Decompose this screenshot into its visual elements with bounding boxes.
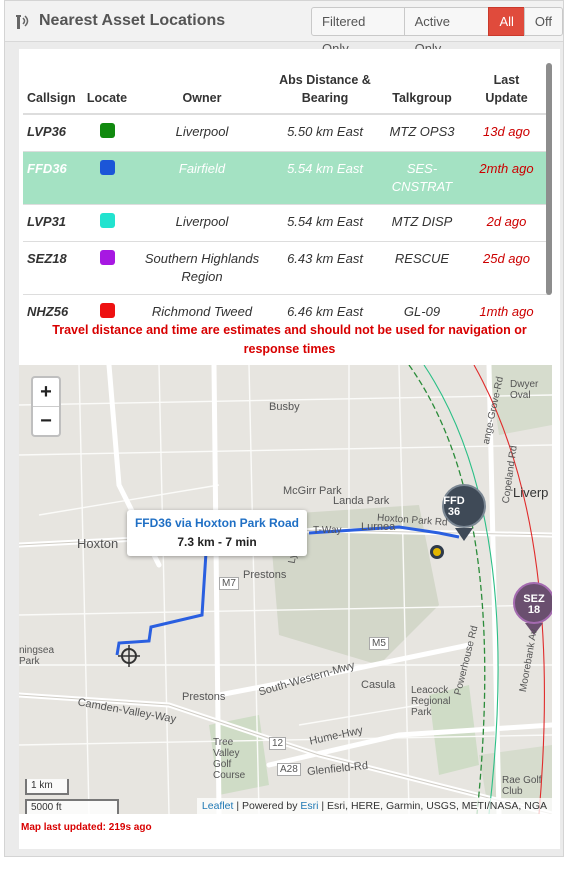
sez18-marker-label[interactable]: SEZ 18 xyxy=(517,594,551,616)
column-header-last-update[interactable]: Last Update xyxy=(465,63,548,115)
map-label-liverpool: Liverp xyxy=(513,485,549,500)
column-header-locate[interactable]: Locate xyxy=(81,63,133,115)
map-label-leacock: Leacock Regional Park xyxy=(411,685,451,718)
route-popup-title: FFD36 via Hoxton Park Road xyxy=(134,516,300,530)
active-only-button[interactable]: Active Only xyxy=(403,7,490,56)
cell-talkgroup: GL-09 xyxy=(379,294,465,319)
map-label-m7: M7 xyxy=(219,577,239,590)
map-label-a28: A28 xyxy=(277,763,301,776)
cell-owner: Fairfield xyxy=(133,151,271,205)
locate-color-swatch[interactable] xyxy=(99,303,115,318)
panel-content: Callsign Locate Owner Abs Distance & Bear… xyxy=(19,49,560,849)
cell-callsign: SEZ18 xyxy=(23,241,81,295)
map-label-landa-park: Landa Park xyxy=(333,495,390,507)
cell-last-update: 1mth ago xyxy=(465,294,548,319)
map-label-hoxton: Hoxton xyxy=(77,536,119,551)
cell-callsign: NHZ56 xyxy=(23,294,81,319)
cell-talkgroup: RESCUE xyxy=(379,241,465,295)
map-label-tree-valley: Tree Valley Golf Course xyxy=(213,737,246,781)
cell-callsign: FFD36 xyxy=(23,151,81,205)
map-label-t-way: T-Way xyxy=(313,525,342,536)
column-header-talkgroup[interactable]: Talkgroup xyxy=(379,63,465,115)
cell-locate[interactable] xyxy=(81,241,133,295)
cell-distance: 6.46 km East xyxy=(271,294,379,319)
cell-last-update: 13d ago xyxy=(465,113,548,152)
column-header-owner[interactable]: Owner xyxy=(133,63,271,115)
locate-color-swatch[interactable] xyxy=(99,160,115,175)
map-label-kingsea-park: ningsea Park xyxy=(19,645,55,667)
map-label-busby: Busby xyxy=(269,401,300,413)
ffd36-marker-label[interactable]: FFD 36 xyxy=(437,496,471,518)
table-row[interactable]: LVP31 Liverpool 5.54 km East MTZ DISP 2d ago xyxy=(23,204,548,242)
scale-ft: 5000 ft xyxy=(25,799,119,814)
leaflet-link[interactable]: Leaflet xyxy=(202,800,234,812)
locate-color-swatch[interactable] xyxy=(99,123,115,138)
cell-locate[interactable] xyxy=(81,294,133,319)
zoom-control: + − xyxy=(31,376,61,437)
column-header-distance[interactable]: Abs Distance & Bearing xyxy=(271,63,379,115)
cell-locate[interactable] xyxy=(81,113,133,152)
table-row[interactable]: SEZ18 Southern Highlands Region 6.43 km Ea… xyxy=(23,241,548,295)
cell-distance: 6.43 km East xyxy=(271,241,379,295)
table-row[interactable]: NHZ56 Richmond Tweed 6.46 km East GL-09 1mth… xyxy=(23,294,548,319)
cell-owner: Liverpool xyxy=(133,204,271,242)
filtered-only-button[interactable]: Filtered Only xyxy=(311,7,405,56)
cell-talkgroup: MTZ OPS3 xyxy=(379,113,465,152)
off-button[interactable]: Off xyxy=(523,7,563,36)
asset-table: Callsign Locate Owner Abs Distance & Bear… xyxy=(23,63,548,319)
asset-table-container[interactable]: Callsign Locate Owner Abs Distance & Bear… xyxy=(19,49,560,319)
zoom-in-button[interactable]: + xyxy=(33,378,59,407)
cell-owner: Liverpool xyxy=(133,113,271,152)
scale-km: 1 km xyxy=(25,779,69,795)
map-label-dwyer-oval: Dwyer Oval xyxy=(510,379,539,401)
panel-title: Nearest Asset Locations xyxy=(39,12,226,29)
cell-locate[interactable] xyxy=(81,151,133,205)
cell-talkgroup: SES-CNSTRAT xyxy=(379,151,465,205)
panel-header: Nearest Asset Locations Filtered Only Ac… xyxy=(5,1,563,56)
map-label-m5: M5 xyxy=(369,637,389,650)
locate-color-swatch[interactable] xyxy=(99,213,115,228)
map-attribution: Leaflet | Powered by Esri | Esri, HERE, … xyxy=(196,798,552,814)
cell-last-update: 2mth ago xyxy=(465,151,548,205)
map-view[interactable]: FFD 36 SEZ 18 Busby McGirr Park Landa Park… xyxy=(19,365,552,814)
map-last-updated: Map last updated: 219s ago xyxy=(21,822,152,833)
zoom-out-button[interactable]: − xyxy=(33,407,59,436)
table-row[interactable]: FFD36 Fairfield 5.54 km East SES-CNSTRAT 2mt… xyxy=(23,151,548,205)
travel-estimate-warning: Travel distance and time are estimates a… xyxy=(52,323,527,356)
route-popup-detail: 7.3 km - 7 min xyxy=(177,535,257,549)
map-label-prestons-north: Prestons xyxy=(243,569,287,581)
esri-link[interactable]: Esri xyxy=(300,800,318,812)
cell-distance: 5.54 km East xyxy=(271,151,379,205)
nearest-assets-panel: Nearest Asset Locations Filtered Only Ac… xyxy=(4,0,564,857)
column-header-callsign[interactable]: Callsign xyxy=(23,63,81,115)
cell-owner: Richmond Tweed xyxy=(133,294,271,319)
cell-distance: 5.54 km East xyxy=(271,204,379,242)
map-label-rae-golf: Rae Golf Club xyxy=(502,775,542,797)
route-popup[interactable]: FFD36 via Hoxton Park Road 7.3 km - 7 mi… xyxy=(127,510,307,556)
radio-tower-icon xyxy=(16,15,29,29)
cell-owner: Southern Highlands Region xyxy=(133,241,271,295)
map-label-casula: Casula xyxy=(361,679,396,691)
filter-button-group: Filtered Only Active Only All Off xyxy=(311,7,563,56)
map-label-route-12: 12 xyxy=(269,737,287,750)
cell-locate[interactable] xyxy=(81,204,133,242)
all-button[interactable]: All xyxy=(488,7,525,36)
table-row[interactable]: LVP36 Liverpool 5.50 km East MTZ OPS3 13d ag… xyxy=(23,113,548,152)
cell-callsign: LVP36 xyxy=(23,113,81,152)
cell-last-update: 25d ago xyxy=(465,241,548,295)
map-label-prestons-south: Prestons xyxy=(182,691,226,703)
cell-distance: 5.50 km East xyxy=(271,113,379,152)
cell-talkgroup: MTZ DISP xyxy=(379,204,465,242)
cell-last-update: 2d ago xyxy=(465,204,548,242)
table-scrollbar[interactable] xyxy=(546,63,552,295)
cell-callsign: LVP31 xyxy=(23,204,81,242)
map-scale: 1 km 5000 ft xyxy=(25,779,119,814)
locate-color-swatch[interactable] xyxy=(99,250,115,265)
